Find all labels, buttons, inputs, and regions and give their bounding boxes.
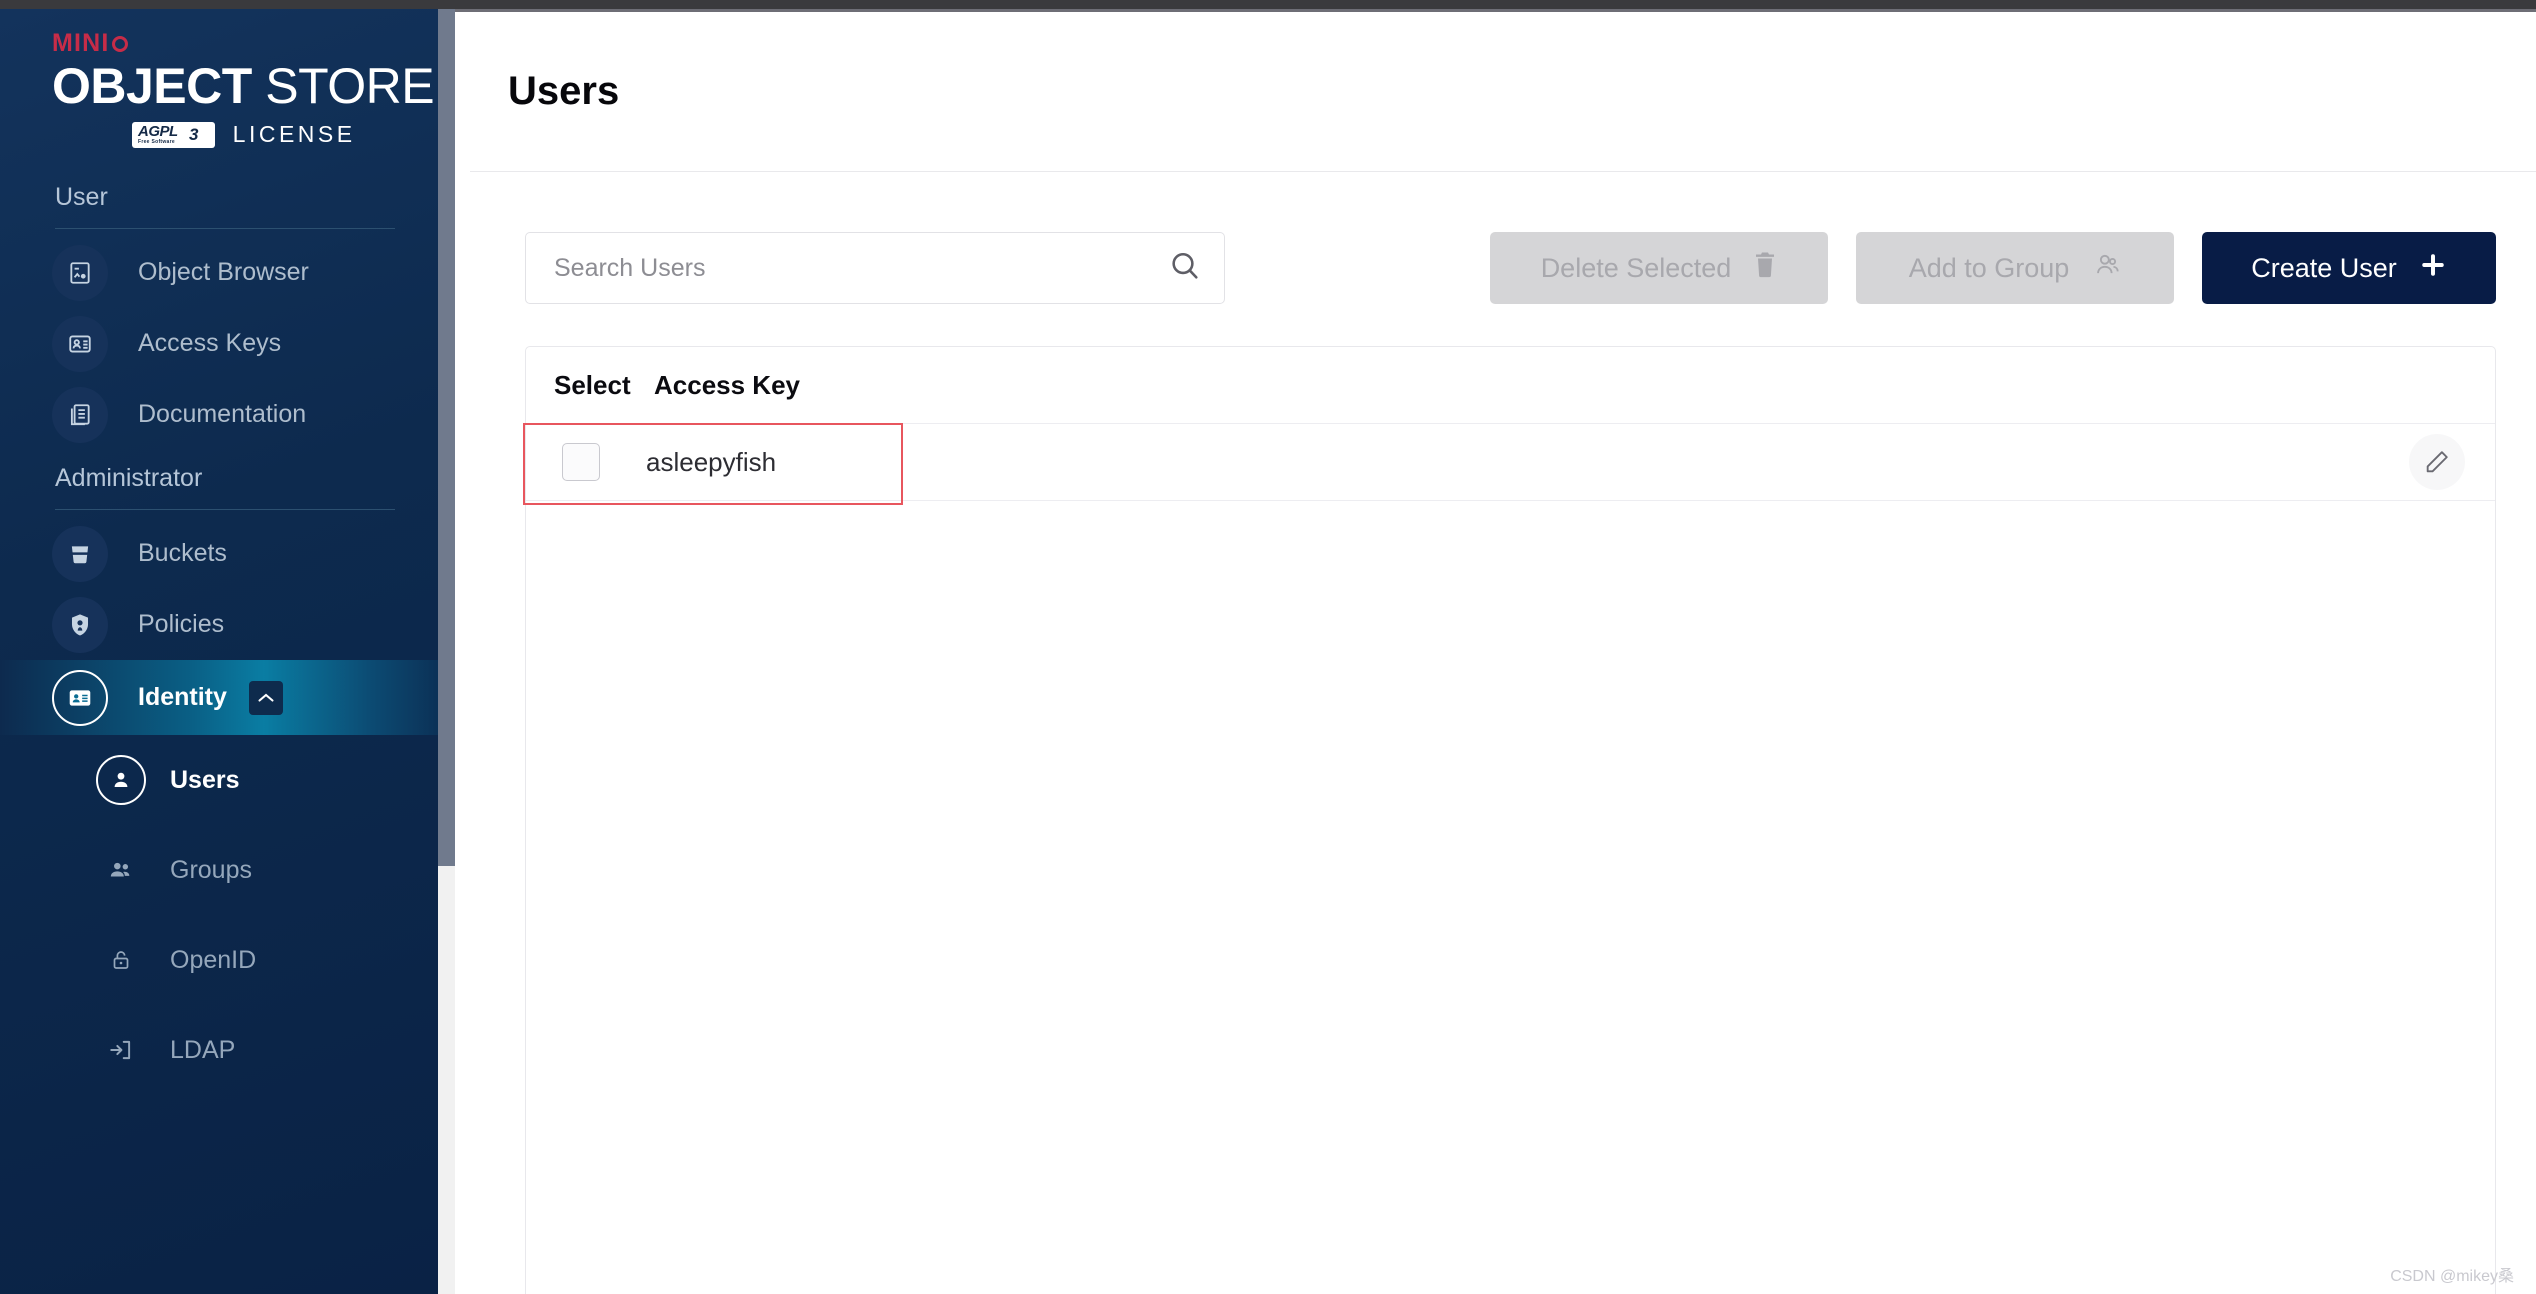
documentation-icon xyxy=(52,386,108,443)
sidebar-item-access-keys[interactable]: Access Keys xyxy=(0,308,455,379)
sidebar-section-user: User xyxy=(55,183,108,211)
sidebar-subnav-identity: Users Groups OpenID LDAP xyxy=(0,735,455,1095)
sidebar-scrollbar[interactable] xyxy=(438,9,455,1294)
sidebar-section-administrator: Administrator xyxy=(55,464,203,492)
sidebar-item-label: Identity xyxy=(138,683,227,711)
table-header-row: Select Access Key xyxy=(526,347,2495,423)
main-content: Users Delete Selected xyxy=(470,12,2536,1294)
agpl-label: AGPL xyxy=(138,123,178,140)
sidebar-item-identity[interactable]: Identity xyxy=(0,660,455,735)
toolbar-actions: Delete Selected Add to Group Create User xyxy=(1490,232,2496,304)
search-icon[interactable] xyxy=(1168,249,1202,288)
object-store-wordmark: OBJECT STORE xyxy=(52,61,455,111)
sidebar-divider-user xyxy=(55,228,395,229)
page-header: Users xyxy=(470,12,2536,172)
access-keys-icon xyxy=(52,315,108,372)
sidebar-divider-administrator xyxy=(55,509,395,510)
plus-icon xyxy=(2419,251,2447,286)
sidebar-item-label: Users xyxy=(170,765,240,794)
brand-logo[interactable]: MINI OBJECT STORE AGPL Free Software 3 L… xyxy=(0,9,455,169)
toolbar: Delete Selected Add to Group xyxy=(525,232,2496,304)
trash-icon xyxy=(1753,251,1777,286)
sidebar-item-users[interactable]: Users xyxy=(0,735,455,825)
sidebar-item-groups[interactable]: Groups xyxy=(0,825,455,915)
shield-lock-icon xyxy=(52,596,108,653)
row-select-checkbox[interactable] xyxy=(562,443,600,481)
agpl-v3-icon: 3 xyxy=(180,123,210,147)
sidebar-nav-administrator: Buckets Policies Identity Users Groups O… xyxy=(0,518,455,1095)
window-top-bar xyxy=(0,0,2536,9)
identity-card-icon xyxy=(52,669,108,726)
people-icon xyxy=(2091,251,2121,286)
agpl-text: AGPL Free Software xyxy=(138,124,178,145)
sidebar: MINI OBJECT STORE AGPL Free Software 3 L… xyxy=(0,9,455,1294)
object-word: OBJECT xyxy=(52,58,252,114)
column-header-select: Select xyxy=(554,369,631,400)
table-row[interactable]: asleepyfish xyxy=(523,423,2495,505)
sidebar-item-label: Groups xyxy=(170,855,252,884)
sidebar-item-openid[interactable]: OpenID xyxy=(0,915,455,1005)
page-title: Users xyxy=(508,69,620,113)
sidebar-item-label: Access Keys xyxy=(138,329,282,357)
sidebar-item-label: OpenID xyxy=(170,945,257,974)
add-to-group-label: Add to Group xyxy=(1908,252,2070,283)
users-table: Select Access Key asleepyfish xyxy=(523,346,2496,1294)
people-icon xyxy=(96,845,146,895)
person-icon xyxy=(96,755,146,805)
object-browser-icon xyxy=(52,244,108,301)
sidebar-item-policies[interactable]: Policies xyxy=(0,589,455,660)
store-word: STORE xyxy=(265,58,435,114)
sidebar-scrollbar-thumb[interactable] xyxy=(438,9,455,866)
create-user-label: Create User xyxy=(2251,252,2397,283)
license-row: AGPL Free Software 3 LICENSE xyxy=(132,121,455,148)
pencil-icon[interactable] xyxy=(2409,434,2465,490)
lock-icon xyxy=(96,935,146,985)
agpl-sublabel: Free Software xyxy=(138,139,175,145)
sidebar-item-label: Object Browser xyxy=(138,258,309,286)
chevron-up-icon[interactable] xyxy=(248,680,283,715)
delete-selected-label: Delete Selected xyxy=(1540,252,1732,283)
license-word: LICENSE xyxy=(232,121,356,147)
page-body: Delete Selected Add to Group xyxy=(470,172,2536,1294)
search-input[interactable] xyxy=(554,253,1168,283)
sidebar-item-object-browser[interactable]: Object Browser xyxy=(0,237,455,308)
bucket-icon xyxy=(52,525,108,582)
create-user-button[interactable]: Create User xyxy=(2202,232,2496,304)
delete-selected-button[interactable]: Delete Selected xyxy=(1490,232,1828,304)
sidebar-item-label: Buckets xyxy=(138,539,227,567)
sidebar-item-label: LDAP xyxy=(170,1035,236,1064)
sidebar-item-ldap[interactable]: LDAP xyxy=(0,1005,455,1095)
app-root: MINI OBJECT STORE AGPL Free Software 3 L… xyxy=(0,0,2536,1294)
row-access-key: asleepyfish xyxy=(646,446,777,477)
login-arrow-icon xyxy=(96,1025,146,1075)
add-to-group-button[interactable]: Add to Group xyxy=(1856,232,2174,304)
watermark: CSDN @mikey桑 xyxy=(2390,1268,2514,1285)
sidebar-nav-user: Object Browser Access Keys Documentation xyxy=(0,237,455,450)
sidebar-item-label: Policies xyxy=(138,610,225,638)
minio-text: MINI xyxy=(52,29,128,57)
sidebar-item-buckets[interactable]: Buckets xyxy=(0,518,455,589)
sidebar-item-documentation[interactable]: Documentation xyxy=(0,379,455,450)
minio-wordmark: MINI xyxy=(52,31,455,56)
agpl-badge: AGPL Free Software 3 xyxy=(132,121,215,148)
sidebar-item-label: Documentation xyxy=(138,400,307,428)
search-users-box[interactable] xyxy=(525,232,1225,304)
column-header-access-key: Access Key xyxy=(654,369,800,400)
svg-text:3: 3 xyxy=(189,125,199,144)
